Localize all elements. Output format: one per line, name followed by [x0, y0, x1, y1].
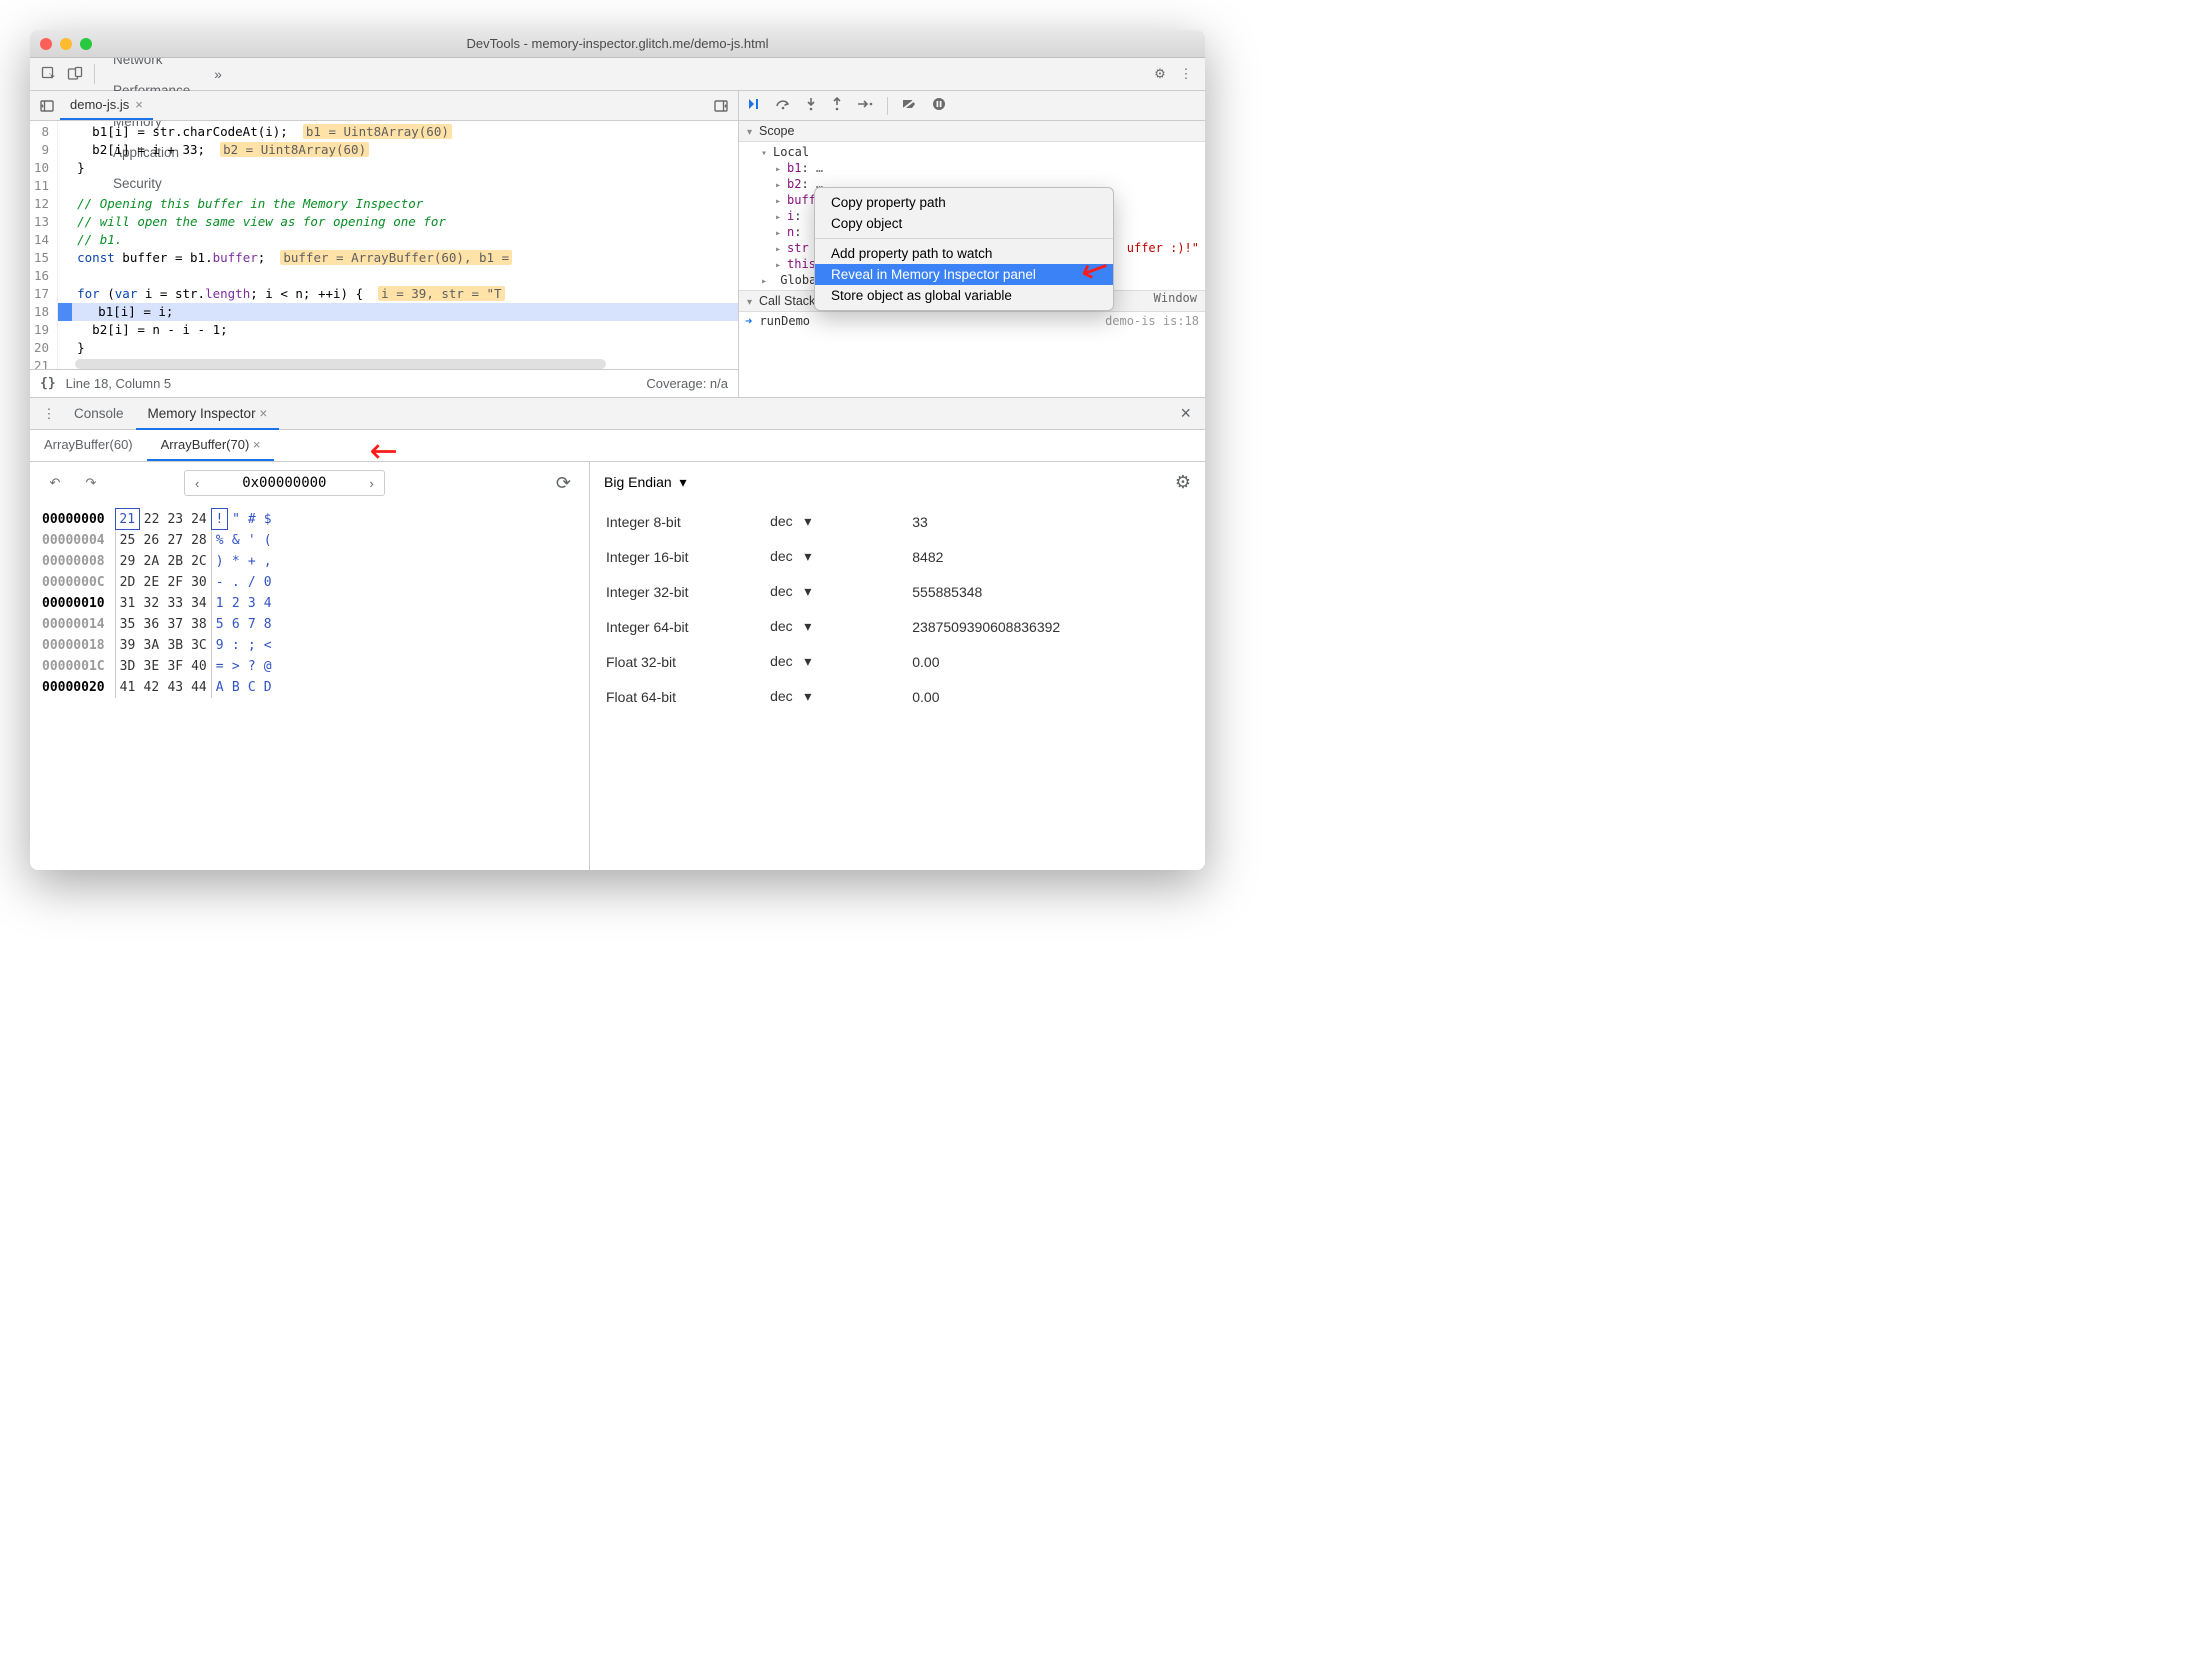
- value-mode-select[interactable]: dec ▾: [770, 575, 910, 608]
- file-tab-label: demo-js.js: [70, 97, 129, 112]
- callstack-frame[interactable]: runDemo: [759, 314, 810, 328]
- memory-inspector-value-panel: Big Endian ▾ ⚙ Integer 8-bitdec ▾33Integ…: [590, 462, 1205, 870]
- step-over-icon[interactable]: [775, 98, 791, 113]
- memory-inspector-hex-panel: ↶ ↷ ‹ › ⟳ 0000000021222324!"#$0000000425…: [30, 462, 590, 870]
- value-mode-select[interactable]: dec ▾: [770, 680, 910, 713]
- value-type-label: Float 32-bit: [606, 645, 768, 678]
- resume-icon[interactable]: [747, 97, 761, 114]
- refresh-icon[interactable]: ⟳: [550, 473, 577, 494]
- horizontal-scrollbar[interactable]: [75, 359, 606, 369]
- close-tab-icon[interactable]: ×: [253, 437, 261, 452]
- value-settings-gear-icon[interactable]: ⚙: [1175, 472, 1191, 493]
- value-type-label: Float 64-bit: [606, 680, 768, 713]
- value-type-label: Integer 8-bit: [606, 505, 768, 538]
- close-tab-icon[interactable]: ×: [135, 97, 143, 112]
- drawer-kebab-icon[interactable]: ⋮: [36, 401, 62, 427]
- value-mode-select[interactable]: dec ▾: [770, 645, 910, 678]
- endianness-select[interactable]: Big Endian ▾: [604, 474, 687, 491]
- drawer-tab-row: ⋮ ConsoleMemory Inspector × ×: [30, 398, 1205, 430]
- device-toolbar-icon[interactable]: [62, 61, 88, 87]
- cursor-position: Line 18, Column 5: [66, 376, 172, 391]
- coverage-status: Coverage: n/a: [646, 376, 728, 391]
- context-menu-item[interactable]: Add property path to watch: [815, 243, 1113, 264]
- run-snippet-icon[interactable]: [708, 93, 734, 119]
- context-menu: Copy property pathCopy object Add propert…: [814, 187, 1114, 311]
- value-cell: 33: [912, 505, 1189, 538]
- sources-editor: demo-js.js × 89101112131415161718192021 …: [30, 91, 739, 397]
- titlebar: DevTools - memory-inspector.glitch.me/de…: [30, 30, 1205, 58]
- value-mode-select[interactable]: dec ▾: [770, 505, 910, 538]
- context-menu-item[interactable]: Reveal in Memory Inspector panel: [815, 264, 1113, 285]
- scope-str-value: uffer :)!": [1127, 241, 1199, 255]
- scope-local-header[interactable]: Local: [745, 144, 1199, 160]
- value-cell: 0.00: [912, 680, 1189, 713]
- step-into-icon[interactable]: [805, 97, 817, 114]
- value-cell: 2387509390608836392: [912, 610, 1189, 643]
- file-tab-demo-js[interactable]: demo-js.js ×: [60, 91, 153, 120]
- kebab-menu-icon[interactable]: ⋮: [1173, 61, 1199, 87]
- window-title: DevTools - memory-inspector.glitch.me/de…: [30, 36, 1205, 51]
- context-menu-item[interactable]: Store object as global variable: [815, 285, 1113, 306]
- value-type-label: Integer 32-bit: [606, 575, 768, 608]
- undo-icon[interactable]: ↶: [42, 470, 68, 496]
- drawer-tab-memory-inspector[interactable]: Memory Inspector ×: [136, 399, 280, 430]
- devtools-window: DevTools - memory-inspector.glitch.me/de…: [30, 30, 1205, 870]
- navigator-toggle-icon[interactable]: [34, 93, 60, 119]
- hex-table[interactable]: 0000000021222324!"#$0000000425262728%&'(…: [38, 508, 276, 698]
- redo-icon[interactable]: ↷: [78, 470, 104, 496]
- scope-section-header[interactable]: Scope: [739, 121, 1205, 142]
- value-type-label: Integer 64-bit: [606, 610, 768, 643]
- step-icon[interactable]: [857, 98, 873, 113]
- address-input-group: ‹ ›: [184, 470, 385, 496]
- callstack-frame-location: demo-is is:18: [1105, 314, 1199, 328]
- value-mode-select[interactable]: dec ▾: [770, 610, 910, 643]
- address-prev-icon[interactable]: ‹: [185, 472, 209, 495]
- debug-toolbar: [739, 91, 1205, 121]
- value-cell: 0.00: [912, 645, 1189, 678]
- context-menu-item[interactable]: Copy object: [815, 213, 1113, 234]
- drawer-tab-console[interactable]: Console: [62, 399, 136, 428]
- scope-global-value: Window: [1154, 291, 1197, 305]
- value-mode-select[interactable]: dec ▾: [770, 540, 910, 573]
- memory-tab[interactable]: ArrayBuffer(70) ×: [147, 430, 275, 461]
- editor-status-bar: {} Line 18, Column 5 Coverage: n/a: [30, 369, 738, 397]
- step-out-icon[interactable]: [831, 97, 843, 114]
- deactivate-breakpoints-icon[interactable]: [902, 98, 918, 113]
- inspect-element-icon[interactable]: [36, 61, 62, 87]
- pause-on-exceptions-icon[interactable]: [932, 97, 946, 114]
- memory-inspector-subtabs: ArrayBuffer(60)ArrayBuffer(70) × ↙: [30, 430, 1205, 462]
- settings-gear-icon[interactable]: ⚙: [1147, 61, 1173, 87]
- debugger-sidebar: Scope Local b1: …b2: …buffi: n: strthis …: [739, 91, 1205, 397]
- value-cell: 555885348: [912, 575, 1189, 608]
- scope-variable[interactable]: b1: …: [745, 160, 1199, 176]
- context-menu-item[interactable]: Copy property path: [815, 192, 1113, 213]
- tabs-overflow-icon[interactable]: »: [202, 59, 234, 90]
- close-tab-icon[interactable]: ×: [259, 406, 267, 421]
- pretty-print-icon[interactable]: {}: [40, 376, 56, 391]
- top-tab-row: ElementsConsoleSourcesNetworkPerformance…: [30, 58, 1205, 91]
- address-input[interactable]: [209, 471, 359, 495]
- memory-tab[interactable]: ArrayBuffer(60): [30, 430, 147, 461]
- value-type-label: Integer 16-bit: [606, 540, 768, 573]
- drawer-close-icon[interactable]: ×: [1172, 403, 1199, 424]
- value-cell: 8482: [912, 540, 1189, 573]
